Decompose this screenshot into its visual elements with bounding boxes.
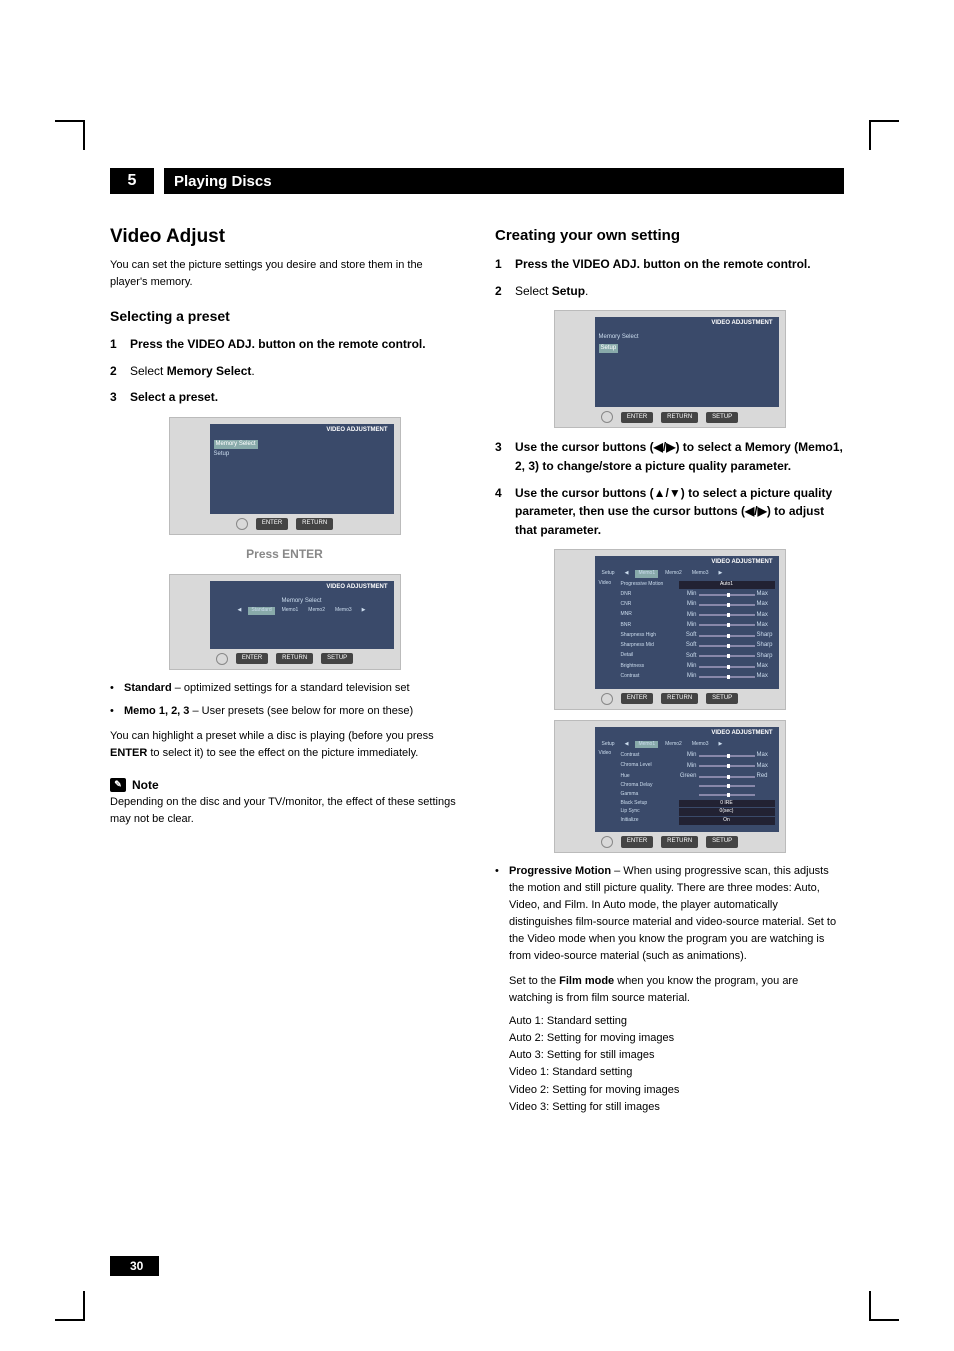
pencil-icon: ✎ xyxy=(110,778,126,792)
note-heading: ✎ Note xyxy=(110,776,459,795)
step-item: 1Press the VIDEO ADJ. button on the remo… xyxy=(495,255,844,274)
chapter-number: 5 xyxy=(110,168,154,194)
mode-list: Auto 1: Standard settingAuto 2: Setting … xyxy=(509,1013,844,1115)
chapter-title: Playing Discs xyxy=(164,168,844,194)
nav-icon xyxy=(216,653,228,665)
manual-page: 5 Playing Discs Video Adjust You can set… xyxy=(0,0,954,1351)
crop-mark xyxy=(83,1291,85,1321)
nav-icon xyxy=(236,518,248,530)
step-item: 2Select Memory Select. xyxy=(110,362,459,381)
content-area: 5 Playing Discs Video Adjust You can set… xyxy=(110,168,844,1116)
step-item: 2Select Setup. xyxy=(495,282,844,301)
osd-screenshot: VIDEO ADJUSTMENT Setup◀ Memo1 Memo2 Memo… xyxy=(554,549,786,709)
mode-line: Auto 2: Setting for moving images xyxy=(509,1030,844,1047)
page-number: 30 xyxy=(110,1256,159,1276)
crop-mark xyxy=(83,120,85,150)
mode-line: Video 3: Setting for still images xyxy=(509,1099,844,1116)
chapter-header: 5 Playing Discs xyxy=(110,168,844,194)
crop-mark xyxy=(55,120,85,122)
left-column: Video Adjust You can set the picture set… xyxy=(110,212,459,1116)
crop-mark xyxy=(869,120,899,122)
press-enter-label: Press ENTER xyxy=(110,545,459,564)
crop-mark xyxy=(869,1291,871,1321)
osd-screenshot: VIDEO ADJUSTMENT Setup◀ Memo1 Memo2 Memo… xyxy=(554,720,786,853)
step-item: 3Select a preset. xyxy=(110,388,459,407)
subheading: Selecting a preset xyxy=(110,306,459,328)
bullet-item: Standard – optimized settings for a stan… xyxy=(110,680,459,697)
mode-line: Video 2: Setting for moving images xyxy=(509,1082,844,1099)
osd-button: RETURN xyxy=(296,518,333,529)
osd-screenshot: VIDEO ADJUSTMENT Memory Select ◀ Standar… xyxy=(169,574,401,670)
osd-button: ENTER xyxy=(256,518,288,529)
bullet-item: Memo 1, 2, 3 – User presets (see below f… xyxy=(110,703,459,720)
mode-line: Video 1: Standard setting xyxy=(509,1064,844,1081)
crop-mark xyxy=(869,120,871,150)
subheading: Creating your own setting xyxy=(495,224,844,247)
step-item: 4Use the cursor buttons (▲/▼) to select … xyxy=(495,484,844,540)
step-item: 3Use the cursor buttons (◀/▶) to select … xyxy=(495,438,844,475)
step-item: 1Press the VIDEO ADJ. button on the remo… xyxy=(110,335,459,354)
osd-screenshot: VIDEO ADJUSTMENT Memory Select Setup ENT… xyxy=(554,310,786,428)
section-heading: Video Adjust xyxy=(110,222,459,251)
nav-icon xyxy=(601,693,613,705)
mode-line: Auto 3: Setting for still images xyxy=(509,1047,844,1064)
nav-icon xyxy=(601,836,613,848)
osd-screenshot: VIDEO ADJUSTMENT Memory Select Setup ENT… xyxy=(169,417,401,535)
nav-icon xyxy=(601,411,613,423)
paragraph: Set to the Film mode when you know the p… xyxy=(509,973,844,1007)
mode-line: Auto 1: Standard setting xyxy=(509,1013,844,1030)
right-column: Creating your own setting 1Press the VID… xyxy=(495,212,844,1116)
bullet-item: Progressive Motion – When using progress… xyxy=(495,863,844,965)
note-body: Depending on the disc and your TV/monito… xyxy=(110,794,459,828)
crop-mark xyxy=(55,1319,85,1321)
intro-text: You can set the picture settings you des… xyxy=(110,257,459,291)
paragraph: You can highlight a preset while a disc … xyxy=(110,728,459,762)
crop-mark xyxy=(869,1319,899,1321)
